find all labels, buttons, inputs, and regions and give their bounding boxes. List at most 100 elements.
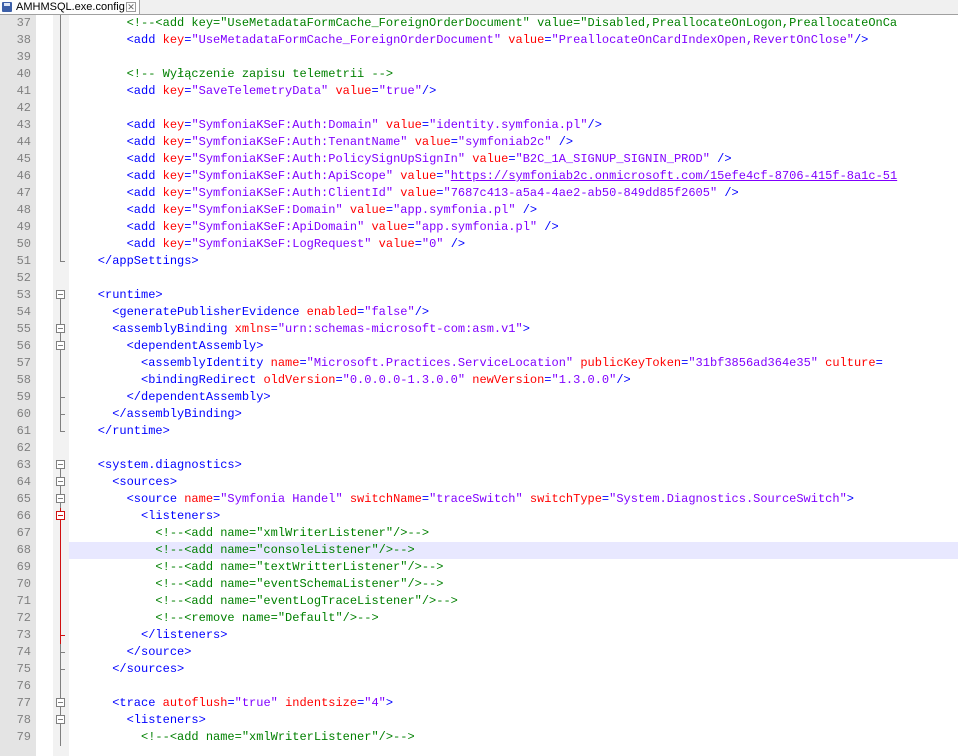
- fold-collapse-icon[interactable]: [56, 474, 66, 491]
- code-text[interactable]: <add key = "UseMetadataFormCache_ForeignOr…: [69, 32, 958, 49]
- code-text[interactable]: <add key = "SymfoniaKSeF:LogRequest" value…: [69, 236, 958, 253]
- fold-collapse-icon[interactable]: [56, 287, 66, 304]
- code-text[interactable]: <!--<add name="textWritterListener"/>-->: [69, 559, 958, 576]
- code-text[interactable]: </sources>: [69, 661, 958, 678]
- code-line[interactable]: 40 <!-- Wyłączenie zapisu telemetrii -->: [0, 66, 958, 83]
- code-line[interactable]: 55 <assemblyBinding xmlns="urn:schemas-m…: [0, 321, 958, 338]
- code-text[interactable]: <add key="SaveTelemetryData" value="true…: [69, 83, 958, 100]
- code-text[interactable]: [69, 270, 958, 287]
- code-text[interactable]: <add key = "SymfoniaKSeF:Auth:ApiScope" va…: [69, 168, 958, 185]
- code-line[interactable]: 43 <add key = "SymfoniaKSeF:Auth:Domain" v…: [0, 117, 958, 134]
- code-line[interactable]: 63 <system.diagnostics>: [0, 457, 958, 474]
- code-editor[interactable]: 37 <!--<add key="UseMetadataFormCache_Fo…: [0, 15, 958, 756]
- fold-collapse-icon[interactable]: [56, 508, 66, 525]
- close-tab-icon[interactable]: ✕: [126, 2, 136, 12]
- code-line[interactable]: 62: [0, 440, 958, 457]
- code-text[interactable]: </runtime>: [69, 423, 958, 440]
- code-line[interactable]: 56 <dependentAssembly>: [0, 338, 958, 355]
- code-line[interactable]: 45 <add key = "SymfoniaKSeF:Auth:PolicySig…: [0, 151, 958, 168]
- code-text[interactable]: <add key="SymfoniaKSeF:Domain" value="ap…: [69, 202, 958, 219]
- code-text[interactable]: [69, 49, 958, 66]
- code-text[interactable]: </source>: [69, 644, 958, 661]
- code-text[interactable]: </dependentAssembly>: [69, 389, 958, 406]
- code-line[interactable]: 70 <!--<add name="eventSchemaListener"/>…: [0, 576, 958, 593]
- code-text[interactable]: <!--<add name="xmlWriterListener"/>-->: [69, 525, 958, 542]
- code-line[interactable]: 79 <!--<add name="xmlWriterListener"/>--…: [0, 729, 958, 746]
- code-line[interactable]: 48 <add key="SymfoniaKSeF:Domain" value=…: [0, 202, 958, 219]
- code-line[interactable]: 41 <add key="SaveTelemetryData" value="t…: [0, 83, 958, 100]
- code-line[interactable]: 49 <add key = "SymfoniaKSeF:ApiDomain" val…: [0, 219, 958, 236]
- code-line[interactable]: 50 <add key = "SymfoniaKSeF:LogRequest" va…: [0, 236, 958, 253]
- fold-collapse-icon[interactable]: [56, 338, 66, 355]
- code-text[interactable]: <add key="SymfoniaKSeF:Auth:TenantName" …: [69, 134, 958, 151]
- code-text[interactable]: [69, 440, 958, 457]
- code-text[interactable]: <!--<add name="eventSchemaListener"/>-->: [69, 576, 958, 593]
- code-line[interactable]: 64 <sources>: [0, 474, 958, 491]
- fold-collapse-icon[interactable]: [56, 491, 66, 508]
- code-text[interactable]: <trace autoflush="true" indentsize="4">: [69, 695, 958, 712]
- code-text[interactable]: <dependentAssembly>: [69, 338, 958, 355]
- code-line[interactable]: 37 <!--<add key="UseMetadataFormCache_Fo…: [0, 15, 958, 32]
- code-line[interactable]: 42: [0, 100, 958, 117]
- code-line[interactable]: 75 </sources>: [0, 661, 958, 678]
- code-text[interactable]: </appSettings>: [69, 253, 958, 270]
- file-tab[interactable]: AMHMSQL.exe.config ✕: [0, 0, 140, 14]
- code-text[interactable]: </assemblyBinding>: [69, 406, 958, 423]
- fold-collapse-icon[interactable]: [56, 457, 66, 474]
- code-text[interactable]: <listeners>: [69, 712, 958, 729]
- code-line[interactable]: 53 <runtime>: [0, 287, 958, 304]
- code-line[interactable]: 39: [0, 49, 958, 66]
- code-text[interactable]: <bindingRedirect oldVersion="0.0.0.0-1.3…: [69, 372, 958, 389]
- code-text[interactable]: <add key = "SymfoniaKSeF:Auth:PolicySignUp…: [69, 151, 958, 168]
- fold-collapse-icon[interactable]: [56, 321, 66, 338]
- code-line[interactable]: 47 <add key = "SymfoniaKSeF:Auth:ClientId"…: [0, 185, 958, 202]
- code-text[interactable]: </listeners>: [69, 627, 958, 644]
- code-line[interactable]: 61 </runtime>: [0, 423, 958, 440]
- code-line[interactable]: 54 <generatePublisherEvidence enabled="f…: [0, 304, 958, 321]
- code-text[interactable]: <!--<add name="consoleListener"/>-->: [69, 542, 958, 559]
- code-line[interactable]: 67 <!--<add name="xmlWriterListener"/>--…: [0, 525, 958, 542]
- url-link[interactable]: https://symfoniab2c.onmicrosoft.com/15ef…: [451, 169, 897, 183]
- code-text[interactable]: <runtime>: [69, 287, 958, 304]
- code-text[interactable]: <!--<add name="eventLogTraceListener"/>-…: [69, 593, 958, 610]
- code-text[interactable]: <assemblyIdentity name="Microsoft.Practi…: [69, 355, 958, 372]
- code-text[interactable]: <add key="SymfoniaKSeF:ApiDomain" value=…: [69, 219, 958, 236]
- code-text[interactable]: <!--<add name="xmlWriterListener"/>-->: [69, 729, 958, 746]
- code-text[interactable]: <assemblyBinding xmlns="urn:schemas-micr…: [69, 321, 958, 338]
- fold-collapse-icon[interactable]: [56, 712, 66, 729]
- code-text[interactable]: <sources>: [69, 474, 958, 491]
- code-line[interactable]: 71 <!--<add name="eventLogTraceListener"…: [0, 593, 958, 610]
- line-number: 66: [16, 509, 31, 523]
- code-text[interactable]: <!--<remove name="Default"/>-->: [69, 610, 958, 627]
- code-text[interactable]: <add key = "SymfoniaKSeF:Auth:ClientId" va…: [69, 185, 958, 202]
- code-line[interactable]: 74 </source>: [0, 644, 958, 661]
- code-line[interactable]: 72 <!--<remove name="Default"/>-->: [0, 610, 958, 627]
- code-line[interactable]: 65 <source name = "Symfonia Handel" switch…: [0, 491, 958, 508]
- code-line[interactable]: 73 </listeners>: [0, 627, 958, 644]
- code-line[interactable]: 38 <add key = "UseMetadataFormCache_Foreig…: [0, 32, 958, 49]
- code-text[interactable]: [69, 100, 958, 117]
- code-line[interactable]: 69 <!--<add name="textWritterListener"/>…: [0, 559, 958, 576]
- code-line[interactable]: 59 </dependentAssembly>: [0, 389, 958, 406]
- code-line[interactable]: 58 <bindingRedirect oldVersion="0.0.0.0-…: [0, 372, 958, 389]
- code-line[interactable]: 51 </appSettings>: [0, 253, 958, 270]
- code-line[interactable]: 66 <listeners>: [0, 508, 958, 525]
- code-text[interactable]: <generatePublisherEvidence enabled="fals…: [69, 304, 958, 321]
- fold-collapse-icon[interactable]: [56, 695, 66, 712]
- code-line[interactable]: 57 <assemblyIdentity name="Microsoft.Pra…: [0, 355, 958, 372]
- code-text[interactable]: <listeners>: [69, 508, 958, 525]
- code-line[interactable]: 44 <add key = "SymfoniaKSeF:Auth:TenantNam…: [0, 134, 958, 151]
- current-line[interactable]: 68 <!--<add name="consoleListener"/>-->: [0, 542, 958, 559]
- code-text[interactable]: <!-- Wyłączenie zapisu telemetrii -->: [69, 66, 958, 83]
- code-line[interactable]: 52: [0, 270, 958, 287]
- code-text[interactable]: [69, 678, 958, 695]
- code-line[interactable]: 76: [0, 678, 958, 695]
- code-line[interactable]: 60 </assemblyBinding>: [0, 406, 958, 423]
- code-text[interactable]: <source name = "Symfonia Handel" switchNam…: [69, 491, 958, 508]
- code-line[interactable]: 46 <add key = "SymfoniaKSeF:Auth:ApiScope"…: [0, 168, 958, 185]
- code-text[interactable]: <system.diagnostics>: [69, 457, 958, 474]
- code-text[interactable]: <add key = "SymfoniaKSeF:Auth:Domain" valu…: [69, 117, 958, 134]
- code-line[interactable]: 77 <trace autoflush="true" indentsize="4…: [0, 695, 958, 712]
- code-text[interactable]: <!--<add key="UseMetadataFormCache_Forei…: [69, 15, 958, 32]
- code-line[interactable]: 78 <listeners>: [0, 712, 958, 729]
